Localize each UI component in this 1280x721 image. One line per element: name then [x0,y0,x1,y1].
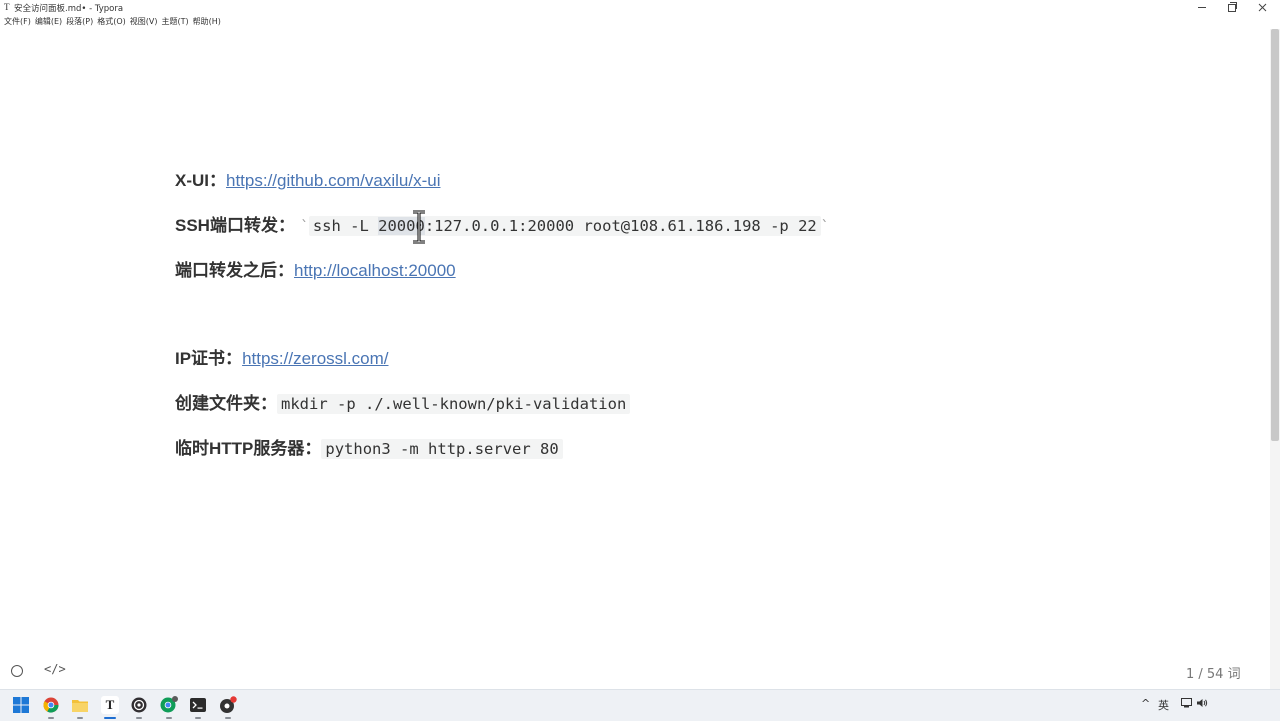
restore-icon [1228,1,1237,12]
word-count[interactable]: 1 / 54 词 [1186,663,1241,682]
source-mode-icon[interactable]: </> [44,662,66,676]
chrome-running-indicator [48,717,54,719]
close-button[interactable] [1247,0,1277,15]
typora-app-icon: T [4,2,10,12]
ssh-forward-label: SSH端口转发： [175,216,295,235]
after-forward-label: 端口转发之后： [175,261,294,280]
explorer-running-indicator [77,717,83,719]
code-tick-open: ` [300,219,309,235]
tray-overflow-icon[interactable]: ^ [1141,697,1150,710]
menu-help[interactable]: 帮助(H) [193,15,225,29]
menu-edit[interactable]: 编辑(E) [35,15,66,29]
ssh-command-code[interactable]: ssh -L 20000:127.0.0.1:20000 root@108.61… [308,216,821,236]
title-bar: T 安全访问面板.md• - Typora [0,0,1280,15]
menu-format[interactable]: 格式(O) [97,15,130,29]
menu-paragraph[interactable]: 段落(P) [66,15,97,29]
terminal-running-indicator [195,717,201,719]
ssh-forward-line: SSH端口转发： ` ssh -L 20000:127.0.0.1:20000 r… [175,214,829,239]
ssh-code-post: :127.0.0.1:20000 root@108.61.186.198 -p … [424,217,817,235]
network-icon[interactable] [1181,698,1192,708]
chrome-icon[interactable] [42,696,60,714]
menu-bar: 文件(F) 编辑(E) 段落(P) 格式(O) 视图(V) 主题(T) 帮助(H… [0,15,225,29]
terminal-icon[interactable] [189,696,207,714]
http-server-code[interactable]: python3 -m http.server 80 [321,439,563,459]
xui-label: X-UI： [175,171,226,190]
mkdir-code[interactable]: mkdir -p ./.well-known/pki-validation [277,394,631,414]
windows-start-icon[interactable] [12,696,30,714]
obs-running-indicator [136,717,142,719]
taskbar: T [0,689,1280,721]
minimize-icon [1198,7,1206,8]
editor-area[interactable] [0,29,1270,655]
mkdir-line: 创建文件夹： mkdir -p ./.well-known/pki-validat… [175,392,631,416]
chrome-profile-running-indicator [166,717,172,719]
ime-indicator[interactable]: 英 [1158,697,1169,713]
outline-toggle-icon[interactable] [11,665,23,677]
text-cursor-icon [413,210,425,244]
xui-line: X-UI：https://github.com/vaxilu/x-ui [175,169,440,193]
close-icon [1258,3,1266,12]
chrome-profile-icon[interactable] [160,696,178,714]
code-tick-close: ` [820,219,830,235]
zerossl-link[interactable]: https://zerossl.com/ [242,349,388,368]
volume-icon[interactable] [1196,698,1208,708]
menu-file[interactable]: 文件(F) [4,15,35,29]
app-badge-icon[interactable] [219,696,237,714]
typora-icon[interactable]: T [101,696,119,714]
minimize-button[interactable] [1187,0,1217,15]
menu-theme[interactable]: 主题(T) [161,15,192,29]
ip-cert-line: IP证书：https://zerossl.com/ [175,347,389,371]
mkdir-label: 创建文件夹： [175,394,277,413]
restore-button[interactable] [1217,0,1247,15]
vertical-scrollbar[interactable] [1270,29,1280,689]
xui-link[interactable]: https://github.com/vaxilu/x-ui [226,171,440,190]
localhost-link[interactable]: http://localhost:20000 [294,261,456,280]
ssh-code-pre: ssh -L [312,217,379,235]
typora-active-indicator [104,717,116,719]
menu-view[interactable]: 视图(V) [130,15,162,29]
http-server-label: 临时HTTP服务器： [175,439,322,458]
obs-icon[interactable] [130,696,148,714]
window-title: 安全访问面板.md• - Typora [14,4,124,14]
ip-cert-label: IP证书： [175,349,243,368]
app-running-indicator [225,717,231,719]
http-server-line: 临时HTTP服务器： python3 -m http.server 80 [175,437,563,461]
file-explorer-icon[interactable] [71,696,89,714]
scrollbar-thumb[interactable] [1271,29,1279,441]
after-forward-line: 端口转发之后：http://localhost:20000 [175,259,456,283]
